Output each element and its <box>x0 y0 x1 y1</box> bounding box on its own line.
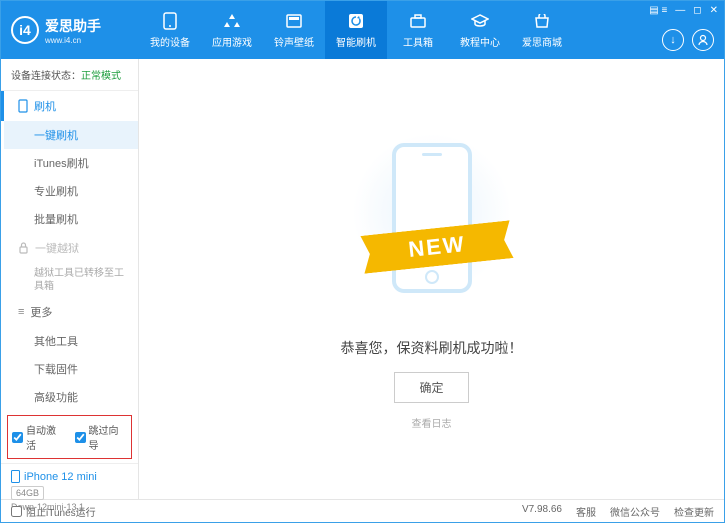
sidebar-item-firmware[interactable]: 下载固件 <box>4 355 138 383</box>
logo-icon: i4 <box>11 16 39 44</box>
main-content: NEW 恭喜您，保资料刷机成功啦！ 确定 查看日志 <box>139 59 724 499</box>
options-highlight: 自动激活 跳过向导 <box>7 415 132 459</box>
app-url: www.i4.cn <box>45 36 101 45</box>
nav-ringtones[interactable]: 铃声壁纸 <box>263 1 325 59</box>
toolbox-icon <box>409 12 427 30</box>
more-icon: ≡ <box>18 306 24 318</box>
title-bar: i4 爱思助手 www.i4.cn 我的设备 应用游戏 铃声壁纸 智能刷机 工具… <box>1 1 724 59</box>
sidebar-item-advanced[interactable]: 高级功能 <box>4 383 138 411</box>
maximize-icon[interactable]: ◻ <box>693 5 701 16</box>
app-title: 爱思助手 <box>45 16 101 36</box>
apps-icon <box>223 12 241 30</box>
device-name: iPhone 12 mini <box>24 471 97 483</box>
wallpaper-icon <box>285 12 303 30</box>
minimize-icon[interactable]: — <box>675 5 685 16</box>
version-label: V7.98.66 <box>522 504 562 519</box>
success-illustration: NEW <box>342 128 522 318</box>
nav-my-device[interactable]: 我的设备 <box>139 1 201 59</box>
sidebar-item-other[interactable]: 其他工具 <box>4 327 138 355</box>
logo: i4 爱思助手 www.i4.cn <box>11 16 139 45</box>
user-icon[interactable] <box>692 29 714 51</box>
download-icon[interactable]: ↓ <box>662 29 684 51</box>
nav-store[interactable]: 爱思商城 <box>511 1 573 59</box>
jailbreak-note: 越狱工具已转移至工具箱 <box>4 263 138 297</box>
ok-button[interactable]: 确定 <box>394 372 468 403</box>
nav-tutorials[interactable]: 教程中心 <box>449 1 511 59</box>
view-log-link[interactable]: 查看日志 <box>412 415 452 430</box>
close-icon[interactable]: ✕ <box>710 5 718 16</box>
sidebar-item-oneclick[interactable]: 一键刷机 <box>4 121 138 149</box>
update-link[interactable]: 检查更新 <box>674 504 714 519</box>
lock-icon <box>18 242 29 254</box>
chk-auto-activate[interactable]: 自动激活 <box>12 422 65 452</box>
top-nav: 我的设备 应用游戏 铃声壁纸 智能刷机 工具箱 教程中心 爱思商城 <box>139 1 573 59</box>
nav-apps[interactable]: 应用游戏 <box>201 1 263 59</box>
refresh-icon <box>347 12 365 30</box>
support-link[interactable]: 客服 <box>576 504 596 519</box>
sidebar: 设备连接状态：正常模式 刷机 一键刷机 iTunes刷机 专业刷机 批量刷机 一… <box>1 59 139 499</box>
section-flash[interactable]: 刷机 <box>1 91 138 121</box>
phone-icon <box>161 12 179 30</box>
device-storage: 64GB <box>11 486 44 500</box>
section-more[interactable]: ≡更多 <box>4 297 138 327</box>
chk-skip-wizard[interactable]: 跳过向导 <box>75 422 128 452</box>
sidebar-item-pro[interactable]: 专业刷机 <box>4 177 138 205</box>
store-icon <box>533 12 551 30</box>
sidebar-item-batch[interactable]: 批量刷机 <box>4 205 138 233</box>
nav-toolbox[interactable]: 工具箱 <box>387 1 449 59</box>
connection-status: 设备连接状态：正常模式 <box>1 59 138 91</box>
section-jailbreak[interactable]: 一键越狱 <box>4 233 138 263</box>
success-message: 恭喜您，保资料刷机成功啦！ <box>341 338 523 358</box>
menu-icon[interactable]: ▤ ≡ <box>649 5 667 16</box>
block-itunes[interactable]: 阻止iTunes运行 <box>11 504 96 519</box>
window-controls: ▤ ≡ — ◻ ✕ <box>649 5 718 16</box>
sidebar-item-itunes[interactable]: iTunes刷机 <box>4 149 138 177</box>
nav-flash[interactable]: 智能刷机 <box>325 1 387 59</box>
grad-cap-icon <box>471 12 489 30</box>
phone-small-icon <box>18 99 28 113</box>
device-icon <box>11 470 20 483</box>
wechat-link[interactable]: 微信公众号 <box>610 504 660 519</box>
